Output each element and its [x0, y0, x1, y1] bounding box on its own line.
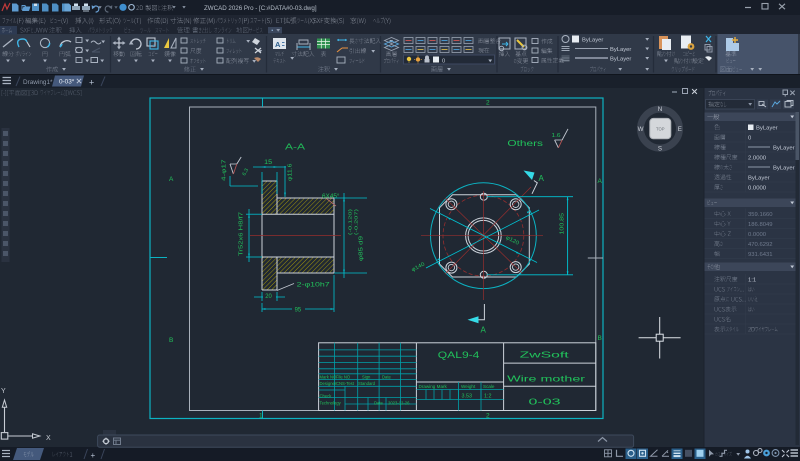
svg-text:ByLayer: ByLayer: [748, 175, 770, 181]
svg-text:W: W: [638, 126, 644, 133]
svg-text:Sign: Sign: [362, 375, 371, 380]
svg-text:ByLayer: ByLayer: [582, 38, 603, 44]
svg-text:(-0.207): (-0.207): [354, 208, 360, 235]
svg-text:ByLayer: ByLayer: [610, 47, 631, 53]
svg-text:ByLayer: ByLayer: [610, 57, 631, 63]
svg-text:A: A: [539, 174, 545, 183]
svg-text:CNS-Test: CNS-Test: [336, 381, 355, 386]
svg-text:Date: Date: [382, 375, 392, 380]
svg-text:(-0.120): (-0.120): [348, 208, 354, 235]
svg-text:3.53: 3.53: [462, 394, 473, 400]
svg-text:931.6431: 931.6431: [748, 252, 773, 258]
svg-text:A: A: [275, 40, 281, 49]
svg-text:Others: Others: [507, 139, 543, 148]
svg-text:S: S: [658, 146, 662, 153]
svg-text:B: B: [169, 337, 173, 344]
svg-text:φ85 d9: φ85 d9: [359, 236, 365, 261]
svg-text:A-A: A-A: [285, 143, 306, 152]
svg-text:15: 15: [264, 160, 273, 166]
svg-text:ZWCAD 2026 Pro - [C:#DATA#0-03: ZWCAD 2026 Pro - [C:#DATA#0-03.dwg]: [204, 5, 317, 12]
svg-text:1:2: 1:2: [484, 394, 492, 400]
svg-text:Mark NO: Mark NO: [320, 375, 337, 380]
svg-text:0-03*: 0-03*: [59, 79, 75, 86]
svg-text:Check: Check: [320, 394, 333, 399]
svg-text:ByLayer: ByLayer: [756, 125, 778, 131]
svg-text:Tr52x6 H8/f7: Tr52x6 H8/f7: [239, 212, 245, 256]
svg-text:ByLayer: ByLayer: [773, 145, 795, 151]
svg-text:TOP: TOP: [656, 127, 665, 132]
svg-text:2023-12-26: 2023-12-26: [388, 401, 410, 406]
svg-text:Designer: Designer: [320, 381, 337, 386]
svg-text:A: A: [481, 326, 487, 335]
svg-text:A: A: [598, 178, 603, 185]
svg-text:+: +: [91, 451, 96, 460]
svg-text:Scale: Scale: [483, 384, 495, 389]
svg-text:0: 0: [442, 59, 445, 65]
svg-text:E: E: [678, 126, 682, 133]
svg-text:Standard: Standard: [358, 381, 376, 386]
svg-text:1:1: 1:1: [748, 277, 756, 283]
svg-text:2-φ10h7: 2-φ10h7: [297, 282, 331, 288]
svg-text:+: +: [89, 78, 94, 88]
svg-text:φ11.6: φ11.6: [288, 164, 294, 182]
svg-text:ByLayer: ByLayer: [773, 165, 795, 171]
svg-text:95: 95: [295, 308, 302, 314]
svg-text:470.6292: 470.6292: [748, 242, 773, 248]
svg-text:Drawing1*: Drawing1*: [23, 79, 53, 86]
svg-text:2: 2: [486, 413, 490, 420]
svg-text:2: 2: [486, 100, 490, 107]
svg-text:20: 20: [265, 294, 272, 300]
svg-text:Wire mother: Wire mother: [507, 374, 585, 384]
svg-text:A: A: [169, 176, 174, 183]
svg-text:0.0000: 0.0000: [748, 185, 767, 191]
svg-text:2.0000: 2.0000: [748, 155, 767, 161]
svg-text:Weight: Weight: [461, 384, 476, 389]
svg-text:Drawing Mark: Drawing Mark: [419, 384, 448, 389]
svg-text:B: B: [598, 335, 602, 342]
svg-text:Technology: Technology: [320, 401, 342, 406]
svg-text:359.1660: 359.1660: [748, 212, 773, 218]
svg-text:ZwSoft: ZwSoft: [520, 350, 570, 360]
svg-text:6X45°: 6X45°: [322, 194, 340, 200]
svg-text:1: 1: [259, 413, 263, 420]
svg-text:0.0000: 0.0000: [748, 232, 767, 238]
svg-text:100.85: 100.85: [560, 213, 566, 235]
svg-text:Y: Y: [1, 388, 6, 395]
svg-text:4-φ17: 4-φ17: [222, 160, 228, 182]
svg-text:186.8049: 186.8049: [748, 222, 773, 228]
svg-text:File NO: File NO: [336, 375, 351, 380]
svg-text:N: N: [658, 106, 662, 113]
svg-text:Date: Date: [374, 401, 384, 406]
svg-text:0-03: 0-03: [529, 397, 562, 407]
svg-text:X: X: [46, 435, 51, 442]
svg-text:+: +: [153, 44, 156, 50]
svg-text:QAL9-4: QAL9-4: [438, 350, 480, 360]
svg-text:1.6: 1.6: [552, 133, 561, 139]
